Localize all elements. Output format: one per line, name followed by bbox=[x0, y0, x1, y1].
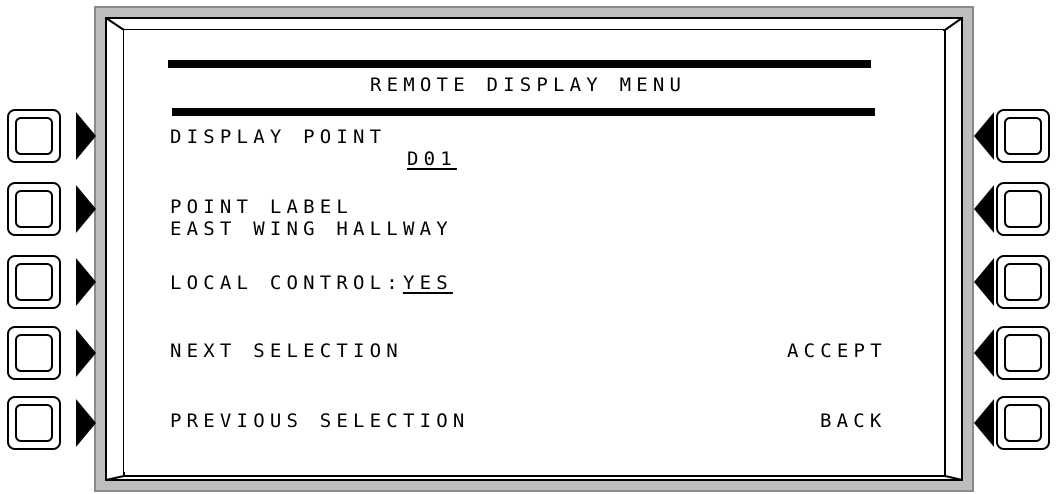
key-face bbox=[1004, 190, 1042, 228]
next-selection-label: NEXT SELECTION bbox=[170, 340, 403, 362]
back-label: BACK bbox=[820, 410, 887, 432]
accept-label: ACCEPT bbox=[787, 340, 887, 362]
title-bar-bottom bbox=[172, 108, 875, 116]
soft-key-left-1[interactable] bbox=[7, 109, 61, 163]
arrow-right-icon bbox=[76, 112, 96, 160]
local-control-value[interactable]: YES bbox=[403, 272, 453, 294]
point-label-value: EAST WING HALLWAY bbox=[170, 218, 453, 240]
display-point-label: DISPLAY POINT bbox=[170, 126, 387, 148]
local-control-label: LOCAL CONTROL:YES bbox=[170, 272, 453, 294]
soft-key-right-3[interactable] bbox=[996, 255, 1050, 309]
key-face bbox=[1004, 117, 1042, 155]
soft-key-left-2[interactable] bbox=[7, 182, 61, 236]
arrow-left-icon bbox=[974, 185, 994, 233]
soft-key-right-2[interactable] bbox=[996, 182, 1050, 236]
page-title: REMOTE DISPLAY MENU bbox=[370, 74, 687, 96]
soft-key-left-3[interactable] bbox=[7, 255, 61, 309]
key-face bbox=[1004, 263, 1042, 301]
lcd-screen: REMOTE DISPLAY MENU DISPLAY POINT D01 PO… bbox=[124, 30, 943, 472]
soft-key-right-1[interactable] bbox=[996, 109, 1050, 163]
arrow-left-icon bbox=[974, 258, 994, 306]
key-face bbox=[15, 404, 53, 442]
key-face bbox=[15, 190, 53, 228]
arrow-left-icon bbox=[974, 329, 994, 377]
arrow-right-icon bbox=[76, 258, 96, 306]
arrow-right-icon bbox=[76, 329, 96, 377]
previous-selection-label: PREVIOUS SELECTION bbox=[170, 410, 470, 432]
soft-key-left-4[interactable] bbox=[7, 326, 61, 380]
soft-key-right-4[interactable] bbox=[996, 326, 1050, 380]
key-face bbox=[1004, 334, 1042, 372]
title-bar-top bbox=[168, 60, 871, 68]
arrow-right-icon bbox=[76, 399, 96, 447]
key-face bbox=[15, 263, 53, 301]
soft-key-right-5[interactable] bbox=[996, 396, 1050, 450]
point-label-heading: POINT LABEL bbox=[170, 196, 354, 218]
key-face bbox=[15, 334, 53, 372]
arrow-left-icon bbox=[974, 112, 994, 160]
arrow-left-icon bbox=[974, 399, 994, 447]
soft-key-left-5[interactable] bbox=[7, 396, 61, 450]
key-face bbox=[15, 117, 53, 155]
key-face bbox=[1004, 404, 1042, 442]
arrow-right-icon bbox=[76, 185, 96, 233]
display-point-value[interactable]: D01 bbox=[407, 148, 457, 170]
